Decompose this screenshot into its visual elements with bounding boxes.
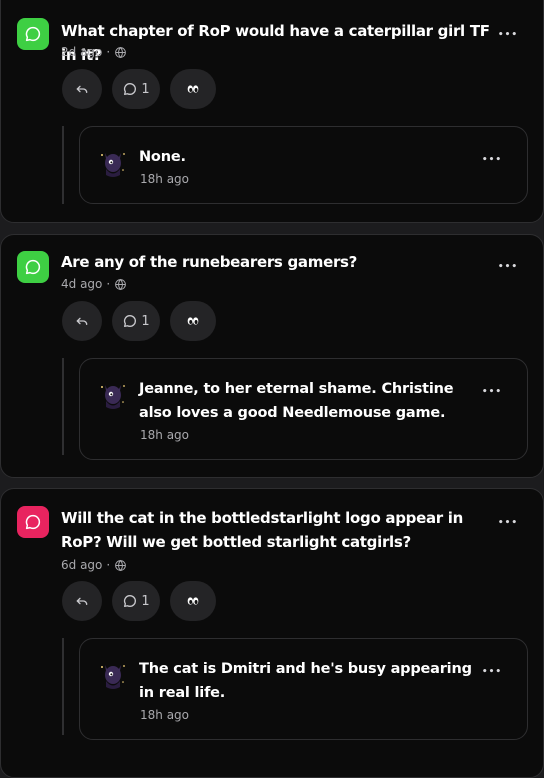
post-actions: 1 — [62, 581, 216, 621]
comments-button[interactable]: 1 — [112, 301, 160, 341]
post-meta: 6d ago · — [61, 558, 127, 572]
answer-more-button[interactable]: ••• — [481, 663, 503, 681]
post-time: 6d ago — [61, 558, 103, 572]
comment-bubble-icon — [124, 314, 137, 327]
reply-button[interactable] — [62, 581, 102, 621]
eyes-emoji-icon — [187, 597, 199, 605]
eyes-emoji-icon — [187, 85, 199, 93]
globe-icon — [115, 46, 127, 58]
post-actions: 1 — [62, 69, 216, 109]
thread-line — [62, 126, 64, 204]
reply-arrow-icon — [76, 85, 88, 93]
comment-count: 1 — [141, 593, 150, 609]
comment-count: 1 — [141, 313, 150, 329]
answer-time: 18h ago — [140, 428, 190, 442]
comment-bubble-icon — [124, 594, 137, 607]
comment-count: 1 — [141, 81, 150, 97]
answer-card: The cat is Dmitri and he's busy appearin… — [79, 638, 528, 740]
more-horizontal-icon: ••• — [481, 155, 503, 165]
thread-line — [62, 358, 64, 455]
answer-text: None. — [139, 149, 186, 165]
globe-icon — [115, 559, 127, 571]
question-text: What chapter of RoP would have a caterpi… — [61, 22, 490, 64]
more-options-button[interactable]: ••• — [497, 258, 519, 276]
post-time: 2d ago — [61, 45, 103, 59]
speech-bubble-icon — [25, 259, 41, 275]
answer-card: None. 18h ago ••• — [79, 126, 528, 204]
post-card: Will the cat in the bottledstarlight log… — [0, 488, 544, 778]
comment-bubble-icon — [124, 82, 137, 95]
comments-button[interactable]: 1 — [112, 69, 160, 109]
reply-button[interactable] — [62, 301, 102, 341]
globe-icon — [115, 278, 127, 290]
more-horizontal-icon: ••• — [497, 30, 519, 40]
meta-separator: · — [106, 45, 111, 59]
post-meta: 4d ago · — [61, 277, 127, 291]
thread-line — [62, 638, 64, 735]
question-badge — [17, 18, 49, 50]
more-options-button[interactable]: ••• — [497, 514, 519, 532]
answer-card: Jeanne, to her eternal shame. Christine … — [79, 358, 528, 460]
question-badge — [17, 251, 49, 283]
speech-bubble-icon — [25, 514, 41, 530]
answer-time: 18h ago — [140, 708, 190, 722]
reply-button[interactable] — [62, 69, 102, 109]
post-actions: 1 — [62, 301, 216, 341]
question-text: Are any of the runebearers gamers? — [61, 253, 358, 271]
post-time: 4d ago — [61, 277, 103, 291]
answer-time: 18h ago — [140, 172, 190, 186]
question-text: Will the cat in the bottledstarlight log… — [61, 509, 464, 551]
more-horizontal-icon: ••• — [497, 262, 519, 272]
speech-bubble-icon — [25, 26, 41, 42]
post-card: What chapter of RoP would have a caterpi… — [0, 0, 544, 223]
react-button[interactable] — [170, 69, 216, 109]
eyes-emoji-icon — [187, 317, 199, 325]
react-button[interactable] — [170, 301, 216, 341]
responder-avatar — [101, 665, 125, 689]
meta-separator: · — [106, 277, 111, 291]
more-options-button[interactable]: ••• — [497, 26, 519, 44]
question-badge — [17, 506, 49, 538]
answer-more-button[interactable]: ••• — [481, 151, 503, 169]
more-horizontal-icon: ••• — [481, 667, 503, 677]
post-card: Are any of the runebearers gamers? 4d ag… — [0, 234, 544, 478]
reply-arrow-icon — [76, 317, 88, 325]
responder-avatar — [101, 385, 125, 409]
more-horizontal-icon: ••• — [497, 518, 519, 528]
post-meta: 2d ago · — [61, 45, 127, 59]
comments-button[interactable]: 1 — [112, 581, 160, 621]
responder-avatar — [101, 153, 125, 177]
reply-arrow-icon — [76, 597, 88, 605]
meta-separator: · — [106, 558, 111, 572]
answer-text: Jeanne, to her eternal shame. Christine … — [139, 381, 454, 421]
answer-text: The cat is Dmitri and he's busy appearin… — [139, 661, 472, 701]
more-horizontal-icon: ••• — [481, 387, 503, 397]
answer-more-button[interactable]: ••• — [481, 383, 503, 401]
react-button[interactable] — [170, 581, 216, 621]
